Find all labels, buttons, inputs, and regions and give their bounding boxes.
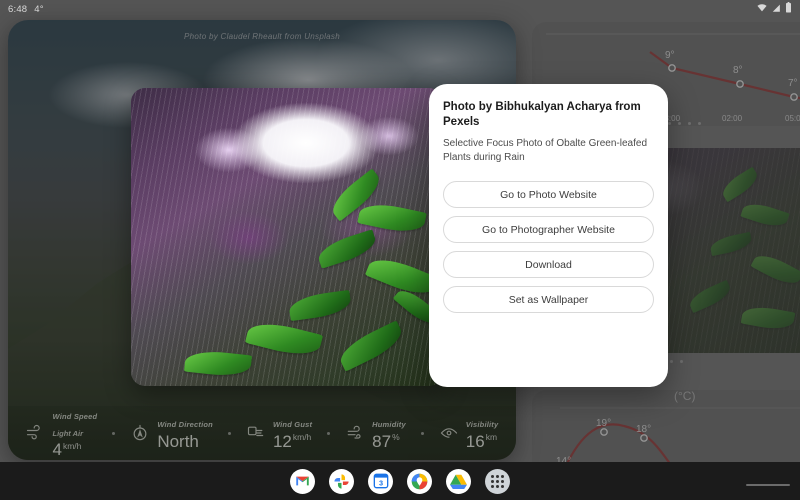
grid-icon: [491, 474, 504, 488]
google-photos-app-icon[interactable]: [329, 468, 354, 494]
google-drive-app-icon[interactable]: [446, 468, 471, 494]
dialog-button-group: Go to Photo Website Go to Photographer W…: [443, 181, 654, 313]
google-calendar-app-icon[interactable]: 3: [368, 468, 393, 494]
status-bar: 6:48 4°: [0, 0, 800, 18]
set-as-wallpaper-button[interactable]: Set as Wallpaper: [443, 286, 654, 313]
signal-icon: [771, 3, 782, 16]
navigation-handle[interactable]: [746, 484, 790, 486]
photo-preview[interactable]: [131, 88, 443, 386]
dialog-title: Photo by Bibhukalyan Acharya from Pexels: [443, 101, 641, 128]
app-drawer-button[interactable]: [485, 468, 510, 494]
go-to-photographer-website-button[interactable]: Go to Photographer Website: [443, 216, 654, 243]
wifi-icon: [756, 3, 768, 16]
gmail-app-icon[interactable]: [290, 468, 315, 494]
app-dock: 3: [0, 462, 800, 500]
status-bar-left: 6:48 4°: [8, 4, 44, 15]
photo-attribution-dialog: Photo by Bibhukalyan Acharya from Pexels…: [429, 84, 668, 387]
screen: 9° 8° 7° 7° 23:00 02:00 05:00: [0, 0, 800, 500]
status-bar-right: [756, 2, 792, 16]
svg-text:3: 3: [378, 479, 382, 488]
google-maps-app-icon[interactable]: [407, 468, 432, 494]
go-to-photo-website-button[interactable]: Go to Photo Website: [443, 181, 654, 208]
status-time: 6:48: [8, 3, 28, 15]
status-temperature: 4°: [34, 3, 44, 15]
download-button[interactable]: Download: [443, 251, 654, 278]
dialog-description: Selective Focus Photo of Obalte Green-le…: [443, 138, 648, 163]
battery-icon: [785, 2, 792, 16]
